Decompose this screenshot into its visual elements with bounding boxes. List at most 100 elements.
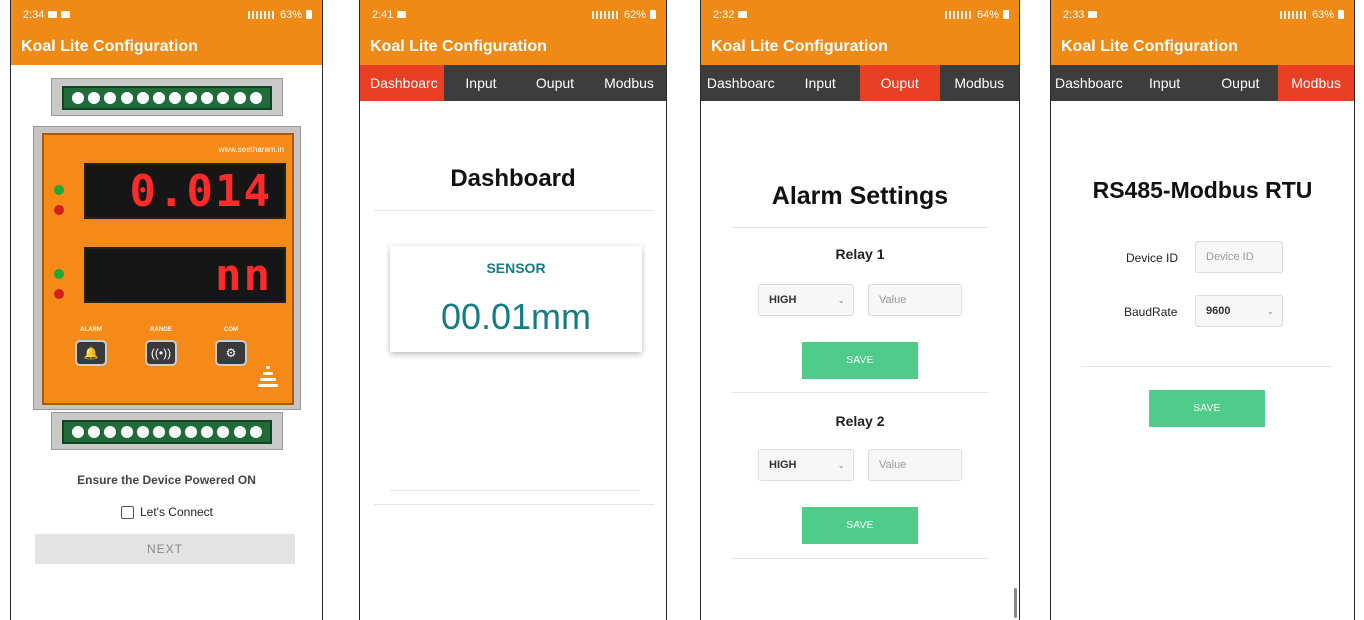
battery-icon [306, 10, 312, 19]
relay1-mode-value: HIGH [769, 294, 797, 306]
button-label: ALARM [80, 327, 102, 333]
baudrate-label: BaudRate [1124, 305, 1178, 319]
page-heading: Alarm Settings [771, 182, 949, 210]
checkbox-label: Let's Connect [140, 505, 214, 519]
relay1-value-input[interactable]: Value [868, 284, 962, 316]
battery-icon [650, 10, 656, 19]
battery-icon [1003, 10, 1009, 19]
tab-bar: Dashboarc Input Ouput Modbus [360, 65, 666, 101]
terminal-block-bottom [51, 412, 283, 450]
battery-percent: 63% [1311, 8, 1334, 21]
relay2-value-input[interactable]: Value [868, 449, 962, 481]
tab-input[interactable]: Input [781, 65, 861, 101]
button-label: COM [224, 327, 238, 333]
page-heading: RS485-Modbus RTU [1092, 177, 1313, 203]
tab-modbus[interactable]: Modbus [940, 65, 1020, 101]
relay2-title: Relay 2 [835, 413, 885, 429]
whatsapp-icon [397, 11, 407, 18]
instruction-text: Ensure the Device Powered ON [77, 473, 256, 487]
relay1-title: Relay 1 [835, 246, 885, 262]
tab-dashboard[interactable]: Dashboarc [360, 65, 444, 101]
checkbox-box[interactable] [121, 505, 134, 519]
terminal-block-top [51, 78, 283, 116]
app-title: Koal Lite Configuration [11, 29, 322, 65]
chevron-down-icon: ⌄ [837, 294, 845, 305]
baudrate-value: 9600 [1206, 305, 1231, 317]
sensor-value: 00.01mm [440, 296, 592, 337]
led-green [54, 185, 64, 195]
relay2-mode-select[interactable]: HIGH ⌄ [758, 449, 854, 481]
clock: 2:33 [1063, 8, 1085, 21]
phone-screen-connect: 2:34 63% Koal Lite Configuration www.see… [10, 0, 323, 620]
app-title: Koal Lite Configuration [701, 29, 1019, 65]
divider [374, 504, 654, 505]
divider [731, 558, 989, 559]
tab-dashboard[interactable]: Dashboarc [701, 65, 781, 101]
display-upper: 0.014 [84, 163, 286, 219]
divider [731, 227, 989, 228]
signal-icon [247, 10, 276, 19]
tab-output[interactable]: Ouput [1203, 65, 1279, 101]
baudrate-select[interactable]: 9600 ⌄ [1195, 295, 1283, 327]
network-icon: ⚙ [215, 340, 247, 366]
tab-dashboard[interactable]: Dashboarc [1051, 65, 1127, 101]
status-bar: 2:32 64% [701, 0, 1019, 29]
divider [731, 392, 989, 393]
scrollbar[interactable] [1014, 588, 1017, 618]
signal-icon [591, 10, 620, 19]
button-label: RANGE [150, 327, 172, 333]
status-bar: 2:41 62% [360, 0, 666, 29]
device-id-input[interactable]: Device ID [1195, 241, 1283, 273]
tab-input[interactable]: Input [444, 65, 518, 101]
led-red [54, 289, 64, 299]
tab-modbus[interactable]: Modbus [592, 65, 666, 101]
signal-icon: ((•)) [145, 340, 177, 366]
image-icon [738, 11, 748, 18]
brand-logo-icon [258, 363, 278, 389]
divider [374, 210, 654, 211]
tab-bar: Dashboarc Input Ouput Modbus [1051, 65, 1354, 101]
image-icon [1088, 11, 1098, 18]
message-icon [48, 11, 58, 18]
divider [1081, 366, 1332, 367]
phone-screen-modbus: 2:33 63% Koal Lite Configuration Dashboa… [1050, 0, 1355, 620]
led-green [54, 269, 64, 279]
device-image: www.seetharam.in 0.014 nn ALARM 🔔 RANGE … [33, 78, 301, 450]
sensor-card: SENSOR 00.01mm [390, 246, 642, 352]
clock: 2:34 [23, 8, 45, 21]
phone-screen-output: 2:32 64% Koal Lite Configuration Dashboa… [700, 0, 1020, 620]
clock: 2:41 [372, 8, 394, 21]
signal-icon [944, 10, 973, 19]
sensor-label: SENSOR [486, 260, 546, 276]
clock: 2:32 [713, 8, 735, 21]
modbus-save-button[interactable]: SAVE [1149, 390, 1265, 427]
battery-icon [1338, 10, 1344, 19]
tab-output[interactable]: Ouput [518, 65, 592, 101]
tab-input[interactable]: Input [1127, 65, 1203, 101]
phone-screen-dashboard: 2:41 62% Koal Lite Configuration Dashboa… [359, 0, 667, 620]
tab-modbus[interactable]: Modbus [1278, 65, 1354, 101]
app-title: Koal Lite Configuration [360, 29, 666, 65]
chevron-down-icon: ⌄ [1266, 305, 1274, 316]
chevron-down-icon: ⌄ [837, 459, 845, 470]
battery-percent: 63% [279, 8, 302, 21]
next-button[interactable]: NEXT [35, 534, 295, 564]
relay1-save-button[interactable]: SAVE [802, 342, 918, 379]
tab-output[interactable]: Ouput [860, 65, 940, 101]
status-bar: 2:33 63% [1051, 0, 1354, 29]
led-red [54, 205, 64, 215]
relay2-save-button[interactable]: SAVE [802, 507, 918, 544]
app-title: Koal Lite Configuration [1051, 29, 1354, 65]
connect-checkbox[interactable]: Let's Connect [121, 505, 213, 519]
tab-bar: Dashboarc Input Ouput Modbus [701, 65, 1019, 101]
device-url: www.seetharam.in [218, 145, 284, 154]
status-bar: 2:34 63% [11, 0, 322, 29]
signal-icon [1279, 10, 1308, 19]
relay2-mode-value: HIGH [769, 459, 797, 471]
page-heading: Dashboard [450, 165, 576, 192]
display-lower: nn [84, 247, 286, 303]
bell-icon: 🔔 [75, 340, 107, 366]
battery-percent: 64% [976, 8, 999, 21]
image-icon [61, 11, 71, 18]
relay1-mode-select[interactable]: HIGH ⌄ [758, 284, 854, 316]
